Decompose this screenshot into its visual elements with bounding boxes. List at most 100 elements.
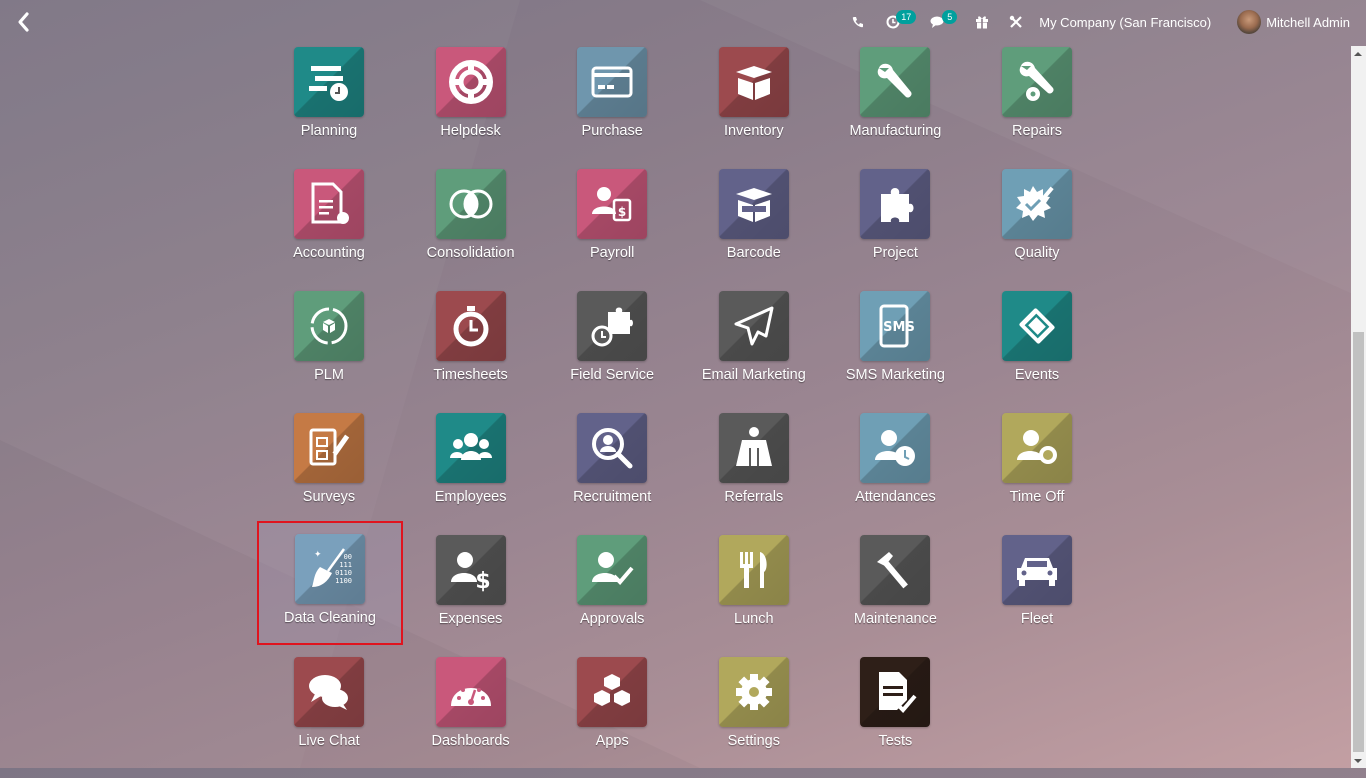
tools-icon: [1010, 15, 1023, 28]
back-button[interactable]: [14, 10, 34, 34]
app-label: Tests: [878, 733, 913, 749]
app-consolidation[interactable]: Consolidation: [400, 168, 542, 290]
app-data-cleaning[interactable]: 00 111 0110 1100 ✦ Data Cleaning: [257, 521, 403, 645]
wrench-icon: [878, 63, 912, 98]
cubes-icon: [594, 674, 631, 706]
app-tests[interactable]: Tests: [824, 656, 966, 778]
app-label: Lunch: [734, 611, 774, 627]
app-attendances[interactable]: Attendances: [824, 412, 966, 534]
debug-tools-button[interactable]: [1009, 15, 1023, 29]
app-apps[interactable]: Apps: [541, 656, 683, 778]
app-inventory[interactable]: Inventory: [683, 46, 825, 168]
app-dashboards[interactable]: Dashboards: [400, 656, 542, 778]
gear-icon: [735, 674, 772, 710]
app-tile: [294, 291, 364, 361]
puzzle-piece-icon: [881, 188, 914, 222]
sms-phone-icon: SMS: [879, 304, 916, 348]
user-name: Mitchell Admin: [1266, 14, 1350, 30]
app-tile: [860, 413, 931, 483]
app-payroll[interactable]: $ Payroll: [541, 168, 683, 290]
app-recruitment[interactable]: Recruitment: [541, 412, 683, 534]
app-lunch[interactable]: Lunch: [683, 534, 825, 656]
app-tile: [1002, 413, 1072, 483]
gift-icon: [976, 16, 989, 29]
app-field-service[interactable]: Field Service: [541, 290, 683, 412]
app-approvals[interactable]: Approvals: [541, 534, 683, 656]
app-tile: [294, 169, 364, 239]
app-tile: [577, 535, 648, 605]
app-quality[interactable]: Quality: [966, 168, 1108, 290]
app-label: Email Marketing: [701, 367, 806, 383]
app-label: Quality: [1014, 245, 1060, 261]
app-purchase[interactable]: Purchase: [541, 46, 683, 168]
magnifier-user-icon: [592, 428, 633, 469]
app-events[interactable]: Events: [966, 290, 1108, 412]
document-gear-icon: [311, 182, 349, 224]
puzzle-stopwatch-icon: [591, 307, 634, 347]
app-planning[interactable]: Planning: [258, 46, 400, 168]
scroll-down-arrow-icon[interactable]: [1354, 759, 1362, 763]
scrollbar[interactable]: [1351, 46, 1366, 768]
ticket-icon: [1019, 308, 1055, 344]
app-tile: [577, 657, 648, 727]
messages-badge: 5: [942, 10, 958, 24]
app-fleet[interactable]: Fleet: [966, 534, 1108, 656]
app-tile: [435, 291, 506, 361]
app-project[interactable]: Project: [824, 168, 966, 290]
svg-text:1100: 1100: [335, 577, 352, 585]
activities-button[interactable]: 17: [886, 10, 920, 29]
app-helpdesk[interactable]: Helpdesk: [400, 46, 542, 168]
app-timesheets[interactable]: Timesheets: [400, 290, 542, 412]
app-manufacturing[interactable]: Manufacturing: [824, 46, 966, 168]
app-settings[interactable]: Settings: [683, 656, 825, 778]
app-barcode[interactable]: Barcode: [683, 168, 825, 290]
app-tile: [577, 47, 648, 117]
svg-text:$: $: [475, 569, 490, 594]
app-expenses[interactable]: $ Expenses: [400, 534, 542, 656]
app-tile: [1002, 291, 1072, 361]
user-clock-icon: [875, 430, 916, 466]
open-box-icon: [735, 66, 772, 100]
app-time-off[interactable]: Time Off: [966, 412, 1108, 534]
app-label: PLM: [314, 367, 344, 383]
app-label: Data Cleaning: [284, 610, 376, 626]
app-employees[interactable]: Employees: [400, 412, 542, 534]
document-check-icon: [879, 672, 917, 713]
app-label: SMS Marketing: [845, 367, 945, 383]
app-label: Fleet: [1020, 611, 1054, 627]
svg-text:SMS: SMS: [884, 320, 916, 335]
app-sms-marketing[interactable]: SMS SMS Marketing: [824, 290, 966, 412]
app-tile: [435, 413, 506, 483]
app-label: Referrals: [724, 489, 784, 505]
user-menu[interactable]: Mitchell Admin: [1237, 10, 1350, 34]
app-surveys[interactable]: Surveys: [258, 412, 400, 534]
box-barcode-icon: [735, 188, 772, 222]
voip-button[interactable]: [852, 16, 864, 28]
app-tile: [294, 657, 364, 727]
app-tile: [718, 413, 789, 483]
company-switcher[interactable]: My Company (San Francisco): [1039, 15, 1211, 30]
scroll-up-arrow-icon[interactable]: [1354, 52, 1362, 56]
gift-button[interactable]: [975, 15, 989, 29]
lifebuoy-icon: [448, 60, 493, 104]
fork-knife-icon: [739, 552, 767, 588]
app-live-chat[interactable]: Live Chat: [258, 656, 400, 778]
top-navbar: 17 5 My Company (San Francisco) Mitchell…: [0, 0, 1366, 44]
app-accounting[interactable]: Accounting: [258, 168, 400, 290]
app-label: Approvals: [579, 611, 645, 627]
seal-pencil-icon: [1016, 186, 1054, 221]
planning-icon: [309, 66, 348, 101]
app-email-marketing[interactable]: Email Marketing: [683, 290, 825, 412]
avatar: [1237, 10, 1262, 34]
app-plm[interactable]: PLM: [258, 290, 400, 412]
app-repairs[interactable]: Repairs: [966, 46, 1108, 168]
app-label: Recruitment: [573, 489, 652, 505]
app-label: Inventory: [723, 123, 784, 139]
app-label: Manufacturing: [849, 123, 942, 139]
app-referrals[interactable]: Referrals: [683, 412, 825, 534]
messages-button[interactable]: 5: [930, 10, 961, 29]
app-label: Repairs: [1012, 123, 1062, 139]
scrollbar-thumb[interactable]: [1353, 332, 1364, 752]
app-label: Apps: [595, 733, 629, 749]
app-maintenance[interactable]: Maintenance: [824, 534, 966, 656]
